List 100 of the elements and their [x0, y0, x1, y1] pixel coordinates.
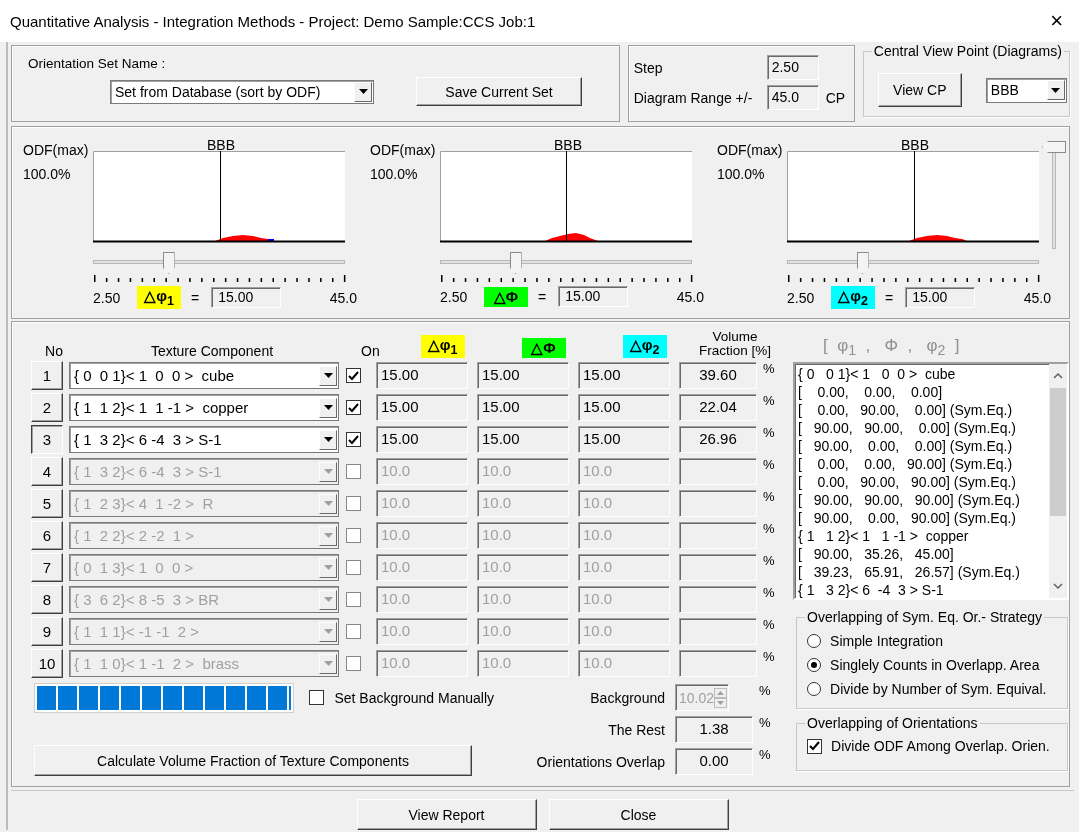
range-field[interactable]: 45.0 — [766, 85, 819, 110]
tolerance-field[interactable]: 15.00 — [477, 362, 569, 389]
tolerance-field[interactable]: 15.00 — [376, 426, 468, 453]
column-header: △φ$_{1}$ — [420, 335, 465, 358]
field-label: Step — [633, 59, 664, 76]
texture-component-dropdown[interactable]: { 0 0 1}< 1 0 0 > cube — [69, 362, 339, 389]
scale-min: 2.50 — [787, 289, 816, 306]
view-point-dropdown[interactable]: BBB — [985, 77, 1067, 103]
list-item[interactable]: { 1 1 2}< 1 1 -1 > copper — [798, 527, 1049, 545]
axis-value: 100.0% — [370, 166, 419, 182]
field-label: Orientation Set Name : — [28, 56, 167, 71]
list-item[interactable]: { 0 0 1}< 1 0 0 > cube — [798, 365, 1049, 383]
scale-min: 2.50 — [93, 289, 122, 306]
column-header: △Φ — [521, 338, 566, 358]
volume-fraction-field: 26.96 — [679, 426, 757, 453]
list-item[interactable]: [ 90.00, 0.00, 0.00] (Sym.Eq.) — [798, 437, 1049, 455]
tolerance-field[interactable]: 15.00 — [578, 426, 670, 453]
scale-max: 45.0 — [1023, 289, 1051, 306]
percent-sign: % — [763, 521, 775, 536]
list-header: [ φ$_{1}$ , Φ , φ$_{2}$ ] — [822, 335, 961, 361]
checkbox[interactable] — [345, 368, 361, 383]
delta-field[interactable]: 15.00 — [211, 287, 282, 308]
axis-label: ODF(max) — [717, 142, 784, 158]
slider[interactable] — [93, 251, 345, 275]
list-item[interactable]: [ 90.00, 0.00, 90.00] (Sym.Eq.) — [798, 509, 1049, 527]
list-item[interactable]: [ 0.00, 90.00, 0.00] (Sym.Eq.) — [798, 401, 1049, 419]
radio-button[interactable] — [807, 658, 822, 672]
list-item[interactable]: { 1 3 2}< 6 -4 3 > S-1 — [798, 581, 1049, 599]
caret-icon — [323, 629, 333, 634]
caret-icon — [323, 469, 333, 474]
scale-max: 45.0 — [676, 288, 704, 305]
caret-icon — [323, 437, 333, 442]
column-header: Volume Fraction [%] — [698, 330, 772, 358]
list-item[interactable]: [ 90.00, 90.00, 0.00] (Sym.Eq.) — [798, 419, 1049, 437]
orientation-list[interactable] — [793, 362, 1069, 600]
scale-max: 45.0 — [329, 289, 357, 306]
view-cp-button[interactable]: View CP — [877, 73, 962, 107]
delta-label: △φ$_{1}$ — [137, 286, 181, 309]
axis-value: 100.0% — [717, 166, 766, 182]
slider[interactable] — [787, 251, 1039, 275]
delta-field[interactable]: 15.00 — [905, 287, 976, 308]
row-number-button[interactable]: 3 — [31, 425, 63, 454]
caret-icon — [323, 501, 333, 506]
step-field[interactable]: 2.50 — [766, 55, 819, 80]
checkbox[interactable] — [807, 738, 823, 754]
percent-sign: % — [763, 425, 775, 440]
dialog-button[interactable]: View Report — [356, 799, 537, 830]
slider-thumb[interactable] — [856, 252, 869, 274]
delta-field[interactable]: 15.00 — [558, 286, 629, 307]
radio-label: Singlely Counts in Overlapp. Area — [830, 657, 1040, 673]
tolerance-field[interactable]: 15.00 — [376, 362, 468, 389]
radio-button[interactable] — [807, 682, 822, 696]
percent-sign: % — [763, 617, 775, 632]
caret-icon — [323, 597, 333, 602]
tolerance-field[interactable]: 15.00 — [376, 394, 468, 421]
volume-fraction-field: 39.60 — [679, 362, 757, 389]
caret-icon — [358, 89, 368, 94]
close-button[interactable]: × — [1044, 10, 1069, 32]
column-header: △φ$_{2}$ — [622, 335, 667, 358]
list-item[interactable]: [ 0.00, 0.00, 90.00] (Sym.Eq.) — [798, 455, 1049, 473]
percent-sign: % — [759, 683, 771, 698]
group-title: Overlapping of Orientations — [805, 715, 980, 731]
center-label: BBB — [901, 139, 929, 151]
list-item[interactable]: [ 90.00, 90.00, 90.00] (Sym.Eq.) — [798, 491, 1049, 509]
slider-thumb[interactable] — [509, 252, 522, 274]
slider[interactable] — [440, 251, 692, 275]
texture-component-dropdown[interactable]: { 1 1 2}< 1 1 -1 > copper — [69, 394, 339, 421]
list-item[interactable]: [ 0.00, 0.00, 0.00] — [798, 383, 1049, 401]
list-item[interactable]: [ 39.23, 65.91, 26.57] (Sym.Eq.) — [798, 563, 1049, 581]
tolerance-field[interactable]: 15.00 — [578, 394, 670, 421]
axis-label: ODF(max) — [370, 142, 437, 158]
percent-sign: % — [763, 649, 775, 664]
spinner-arrows-icon — [714, 687, 727, 708]
row-number-button[interactable]: 2 — [31, 393, 63, 422]
slider-thumb[interactable] — [162, 252, 175, 274]
texture-component-dropdown[interactable]: { 1 3 2}< 6 -4 3 > S-1 — [69, 426, 339, 453]
dialog-button[interactable]: Close — [548, 799, 729, 830]
tolerance-field[interactable]: 15.00 — [477, 426, 569, 453]
result-field: 1.38 — [675, 716, 753, 743]
group-title: Overlapping of Sym. Eq. Or.- Strategy — [805, 609, 1045, 625]
orientation-set-dropdown[interactable]: Set from Database (sort by ODF) — [110, 79, 374, 104]
list-item[interactable]: [ 0.00, 90.00, 90.00] (Sym.Eq.) — [798, 473, 1049, 491]
volume-fraction-field: 22.04 — [679, 394, 757, 421]
save-set-button[interactable]: Save Current Set — [416, 77, 582, 106]
scale-min: 2.50 — [440, 288, 469, 305]
center-label: BBB — [554, 139, 582, 151]
tolerance-field[interactable]: 15.00 — [578, 362, 670, 389]
calculate-button[interactable]: Calculate Volume Fraction of Texture Components — [34, 745, 472, 776]
checkbox[interactable] — [345, 400, 361, 415]
checkbox-label: Set Background Manually — [334, 689, 494, 706]
percent-sign: % — [763, 553, 775, 568]
checkbox[interactable] — [345, 432, 361, 447]
vertical-slider[interactable] — [1041, 141, 1067, 249]
row-number-button[interactable]: 1 — [31, 361, 63, 390]
radio-button[interactable] — [807, 634, 822, 648]
checkbox-label: Divide ODF Among Overlap. Orien. — [831, 738, 1050, 754]
caret-icon — [323, 405, 333, 410]
slider-thumb[interactable] — [1042, 141, 1066, 153]
tolerance-field[interactable]: 15.00 — [477, 394, 569, 421]
list-item[interactable]: [ 90.00, 35.26, 45.00] — [798, 545, 1049, 563]
